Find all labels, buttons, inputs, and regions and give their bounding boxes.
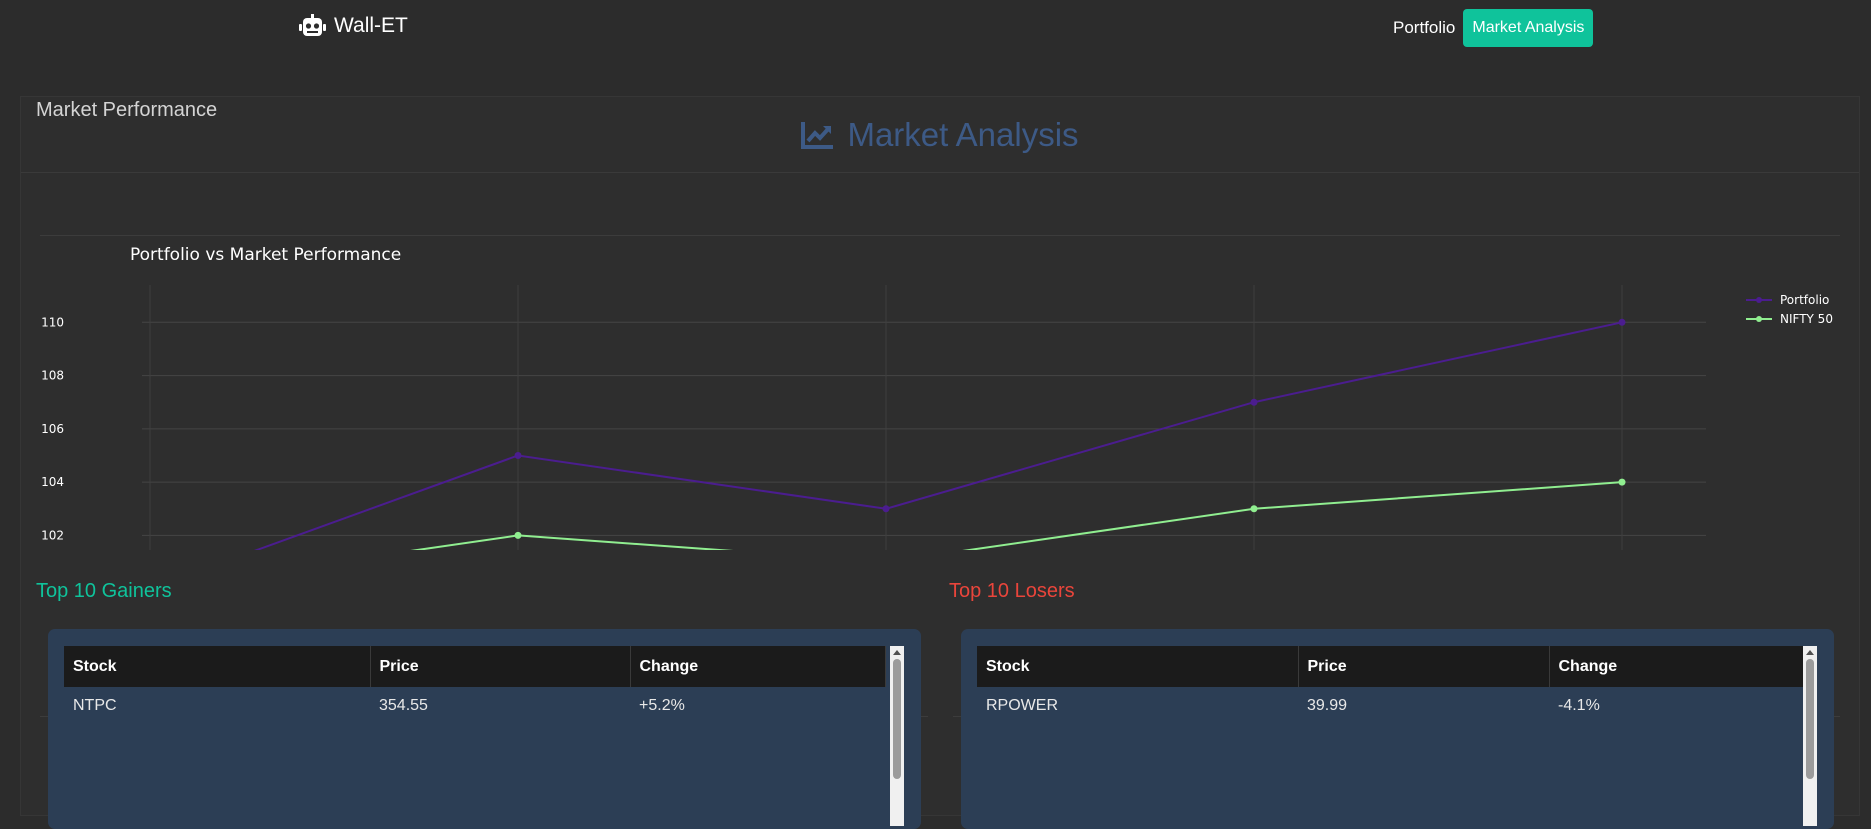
losers-card: Stock Price Change RPOWER 39.99 -4.1% — [961, 629, 1834, 829]
column-header-stock[interactable]: Stock — [64, 646, 371, 687]
table-header-row: Stock Price Change — [977, 646, 1805, 687]
losers-title: Top 10 Losers — [949, 580, 1075, 602]
gainers-table: Stock Price Change NTPC 354.55 +5.2% — [64, 646, 886, 725]
stock-cell: NTPC — [64, 687, 370, 725]
chart-svg: Portfolio vs Market Performance 10010210… — [41, 245, 1833, 647]
y-tick-label: 110 — [41, 315, 64, 329]
y-tick-label: 102 — [41, 528, 64, 542]
price-cell: 39.99 — [1298, 687, 1549, 725]
column-header-price[interactable]: Price — [1298, 646, 1550, 687]
column-header-change[interactable]: Change — [630, 646, 886, 687]
brand[interactable]: Wall-ET — [299, 14, 408, 38]
change-cell: +5.2% — [630, 687, 885, 725]
nav-links: Portfolio Market Analysis — [1393, 9, 1594, 47]
data-point — [1250, 398, 1258, 406]
scroll-thumb[interactable] — [1806, 659, 1814, 779]
table-header-row: Stock Price Change — [64, 646, 886, 687]
data-point — [514, 531, 522, 539]
brand-name: Wall-ET — [334, 14, 408, 37]
y-tick-label: 108 — [41, 369, 64, 383]
losers-table: Stock Price Change RPOWER 39.99 -4.1% — [977, 646, 1805, 725]
data-point — [1618, 478, 1626, 486]
nav-link-market-analysis[interactable]: Market Analysis — [1463, 9, 1594, 47]
performance-chart: Portfolio vs Market Performance 10010210… — [20, 140, 1840, 647]
robot-icon — [299, 14, 326, 36]
scroll-up-icon[interactable] — [893, 650, 901, 655]
data-point — [1250, 505, 1258, 513]
nav-link-portfolio[interactable]: Portfolio — [1393, 10, 1455, 46]
gainers-title: Top 10 Gainers — [36, 580, 172, 602]
column-header-stock[interactable]: Stock — [977, 646, 1299, 687]
losers-scrollbar[interactable] — [1803, 646, 1817, 826]
navbar: Wall-ET Portfolio Market Analysis — [0, 0, 1871, 56]
legend-label: NIFTY 50 — [1780, 312, 1833, 326]
data-point — [1618, 318, 1626, 326]
stock-cell: RPOWER — [977, 687, 1298, 725]
data-point — [514, 451, 522, 459]
column-header-price[interactable]: Price — [370, 646, 631, 687]
scroll-up-icon[interactable] — [1806, 650, 1814, 655]
column-header-change[interactable]: Change — [1549, 646, 1805, 687]
market-performance-title: Market Performance — [36, 99, 218, 121]
price-cell: 354.55 — [370, 687, 630, 725]
legend-marker — [1756, 297, 1762, 303]
table-row[interactable]: RPOWER 39.99 -4.1% — [977, 687, 1804, 725]
change-cell: -4.1% — [1549, 687, 1804, 725]
y-tick-label: 104 — [41, 475, 64, 489]
legend-label: Portfolio — [1780, 293, 1829, 307]
legend-marker — [1756, 316, 1762, 322]
gainers-card: Stock Price Change NTPC 354.55 +5.2% — [48, 629, 921, 829]
y-tick-label: 106 — [41, 422, 64, 436]
gainers-scrollbar[interactable] — [890, 646, 904, 826]
data-point — [882, 505, 890, 513]
chart-title: Portfolio vs Market Performance — [130, 245, 401, 265]
scroll-thumb[interactable] — [893, 659, 901, 779]
table-row[interactable]: NTPC 354.55 +5.2% — [64, 687, 885, 725]
